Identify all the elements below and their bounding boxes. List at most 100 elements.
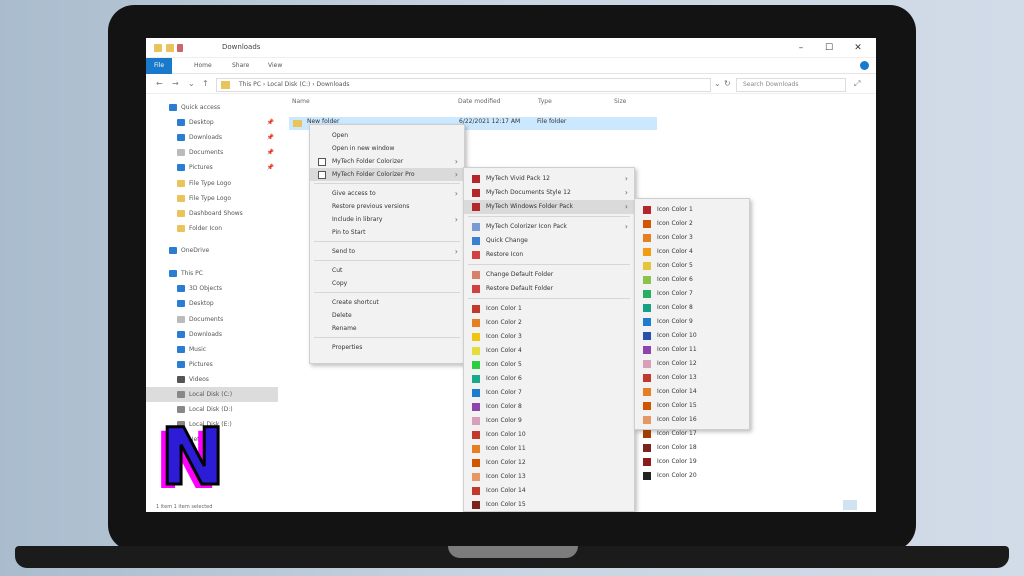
nav-item[interactable]: Local Disk (C:) — [146, 387, 278, 402]
menu-item[interactable]: Cut — [310, 264, 464, 277]
menu-item[interactable]: Icon Color 17 — [635, 427, 749, 441]
quick-access-folder-icon[interactable] — [154, 44, 162, 52]
nav-item[interactable]: Quick access — [146, 100, 278, 115]
menu-item[interactable]: Icon Color 12 — [464, 456, 634, 470]
column-date-modified[interactable]: Date modified — [458, 98, 501, 105]
menu-item[interactable]: Icon Color 8 — [464, 400, 634, 414]
menu-item[interactable]: Create shortcut — [310, 296, 464, 309]
menu-item[interactable]: MyTech Documents Style 12 › — [464, 186, 634, 200]
menu-item[interactable]: Icon Color 14 — [635, 385, 749, 399]
nav-item[interactable]: Music — [146, 342, 278, 357]
menu-item[interactable]: Icon Color 10 — [635, 329, 749, 343]
menu-item[interactable]: Icon Color 6 — [464, 372, 634, 386]
menu-item[interactable]: Pin to Start — [310, 226, 464, 239]
column-type[interactable]: Type — [538, 98, 552, 105]
nav-item[interactable]: This PC — [146, 266, 278, 281]
menu-item[interactable]: Icon Color 13 — [464, 470, 634, 484]
menu-item[interactable]: Icon Color 7 — [464, 386, 634, 400]
recent-chevron-icon[interactable]: ⌄ — [188, 79, 195, 88]
nav-item[interactable]: Pictures — [146, 357, 278, 372]
menu-item[interactable]: MyTech Folder Colorizer Pro › — [310, 168, 464, 181]
expand-ribbon-icon[interactable]: ⤢ — [854, 79, 860, 89]
refresh-icon[interactable]: ↻ — [724, 79, 731, 88]
nav-item[interactable]: File Type Logo — [146, 191, 278, 206]
menu-item[interactable]: Icon Color 4 — [464, 344, 634, 358]
view-toggle-icon[interactable] — [843, 500, 857, 510]
menu-item[interactable]: Icon Color 1 — [464, 302, 634, 316]
minimize-button[interactable]: – — [791, 41, 811, 55]
menu-item[interactable]: Icon Color 20 — [635, 469, 749, 483]
menu-item[interactable]: Icon Color 19 — [635, 455, 749, 469]
help-icon[interactable] — [860, 61, 869, 70]
menu-item[interactable]: Icon Color 7 — [635, 287, 749, 301]
menu-item[interactable]: Icon Color 9 — [464, 414, 634, 428]
menu-item[interactable]: Icon Color 3 — [464, 330, 634, 344]
menu-item[interactable]: Include in library › — [310, 213, 464, 226]
menu-item[interactable]: Icon Color 9 — [635, 315, 749, 329]
menu-item[interactable]: Icon Color 15 — [464, 498, 634, 512]
menu-item[interactable]: MyTech Vivid Pack 12 › — [464, 172, 634, 186]
menu-item[interactable]: Icon Color 4 — [635, 245, 749, 259]
quick-access-new-folder-icon[interactable] — [166, 44, 174, 52]
menu-item[interactable]: Icon Color 5 — [635, 259, 749, 273]
menu-item[interactable]: Restore previous versions — [310, 200, 464, 213]
menu-item[interactable]: Icon Color 15 — [635, 399, 749, 413]
address-field[interactable]: This PC › Local Disk (C:) › Downloads — [216, 78, 711, 92]
menu-item[interactable]: Icon Color 1 — [635, 203, 749, 217]
nav-item[interactable]: Downloads — [146, 327, 278, 342]
menu-item[interactable]: Give access to › — [310, 187, 464, 200]
address-dropdown-icon[interactable]: ⌄ — [714, 79, 721, 88]
close-button[interactable]: ✕ — [848, 41, 868, 55]
menu-item[interactable]: Icon Color 3 — [635, 231, 749, 245]
maximize-button[interactable]: ☐ — [819, 41, 839, 55]
menu-item[interactable]: Icon Color 12 — [635, 357, 749, 371]
menu-item[interactable]: Delete — [310, 309, 464, 322]
column-name[interactable]: Name — [292, 98, 310, 105]
search-input[interactable]: Search Downloads — [736, 78, 846, 92]
menu-item[interactable]: Icon Color 11 — [464, 442, 634, 456]
menu-item[interactable]: Restore Icon — [464, 248, 634, 262]
menu-item[interactable]: Icon Color 2 — [635, 217, 749, 231]
menu-item[interactable]: MyTech Folder Colorizer › — [310, 155, 464, 168]
menu-item[interactable]: Restore Default Folder — [464, 282, 634, 296]
menu-item[interactable]: Properties — [310, 341, 464, 354]
quick-access-properties-icon[interactable] — [177, 44, 183, 52]
nav-item[interactable]: Folder Icon — [146, 221, 278, 236]
menu-item[interactable]: Icon Color 8 — [635, 301, 749, 315]
menu-item[interactable]: Icon Color 6 — [635, 273, 749, 287]
nav-item[interactable]: Documents 📌 — [146, 145, 278, 160]
menu-item[interactable]: Rename — [310, 322, 464, 335]
nav-item[interactable]: Documents — [146, 312, 278, 327]
nav-item[interactable]: File Type Logo — [146, 176, 278, 191]
menu-item[interactable]: Icon Color 14 — [464, 484, 634, 498]
tab-view[interactable]: View — [260, 58, 290, 74]
menu-item[interactable]: MyTech Colorizer Icon Pack › — [464, 220, 634, 234]
menu-item[interactable]: Quick Change — [464, 234, 634, 248]
menu-item[interactable]: Open — [310, 129, 464, 142]
menu-item[interactable]: Open in new window — [310, 142, 464, 155]
nav-item[interactable]: Videos — [146, 372, 278, 387]
tab-share[interactable]: Share — [224, 58, 257, 74]
tab-home[interactable]: Home — [186, 58, 220, 74]
menu-item[interactable]: Icon Color 11 — [635, 343, 749, 357]
menu-item[interactable]: Icon Color 2 — [464, 316, 634, 330]
menu-item[interactable]: Icon Color 18 — [635, 441, 749, 455]
menu-item[interactable]: Send to › — [310, 245, 464, 258]
back-arrow-icon[interactable]: ← — [156, 79, 163, 88]
up-arrow-icon[interactable]: ↑ — [202, 79, 209, 88]
menu-item[interactable]: MyTech Windows Folder Pack › — [464, 200, 634, 214]
tab-file[interactable]: File — [146, 58, 173, 74]
nav-item[interactable]: Desktop 📌 — [146, 115, 278, 130]
menu-item[interactable]: Copy — [310, 277, 464, 290]
column-size[interactable]: Size — [614, 98, 626, 105]
nav-item[interactable]: Desktop — [146, 296, 278, 311]
nav-item[interactable]: Local Disk (D:) — [146, 402, 278, 417]
nav-item[interactable]: 3D Objects — [146, 281, 278, 296]
menu-item[interactable]: Icon Color 16 — [635, 413, 749, 427]
nav-item[interactable]: OneDrive — [146, 243, 278, 258]
menu-item[interactable]: Icon Color 10 — [464, 428, 634, 442]
nav-item[interactable]: Downloads 📌 — [146, 130, 278, 145]
nav-item[interactable]: Pictures 📌 — [146, 160, 278, 175]
nav-item[interactable]: Dashboard Shows — [146, 206, 278, 221]
forward-arrow-icon[interactable]: → — [172, 79, 179, 88]
